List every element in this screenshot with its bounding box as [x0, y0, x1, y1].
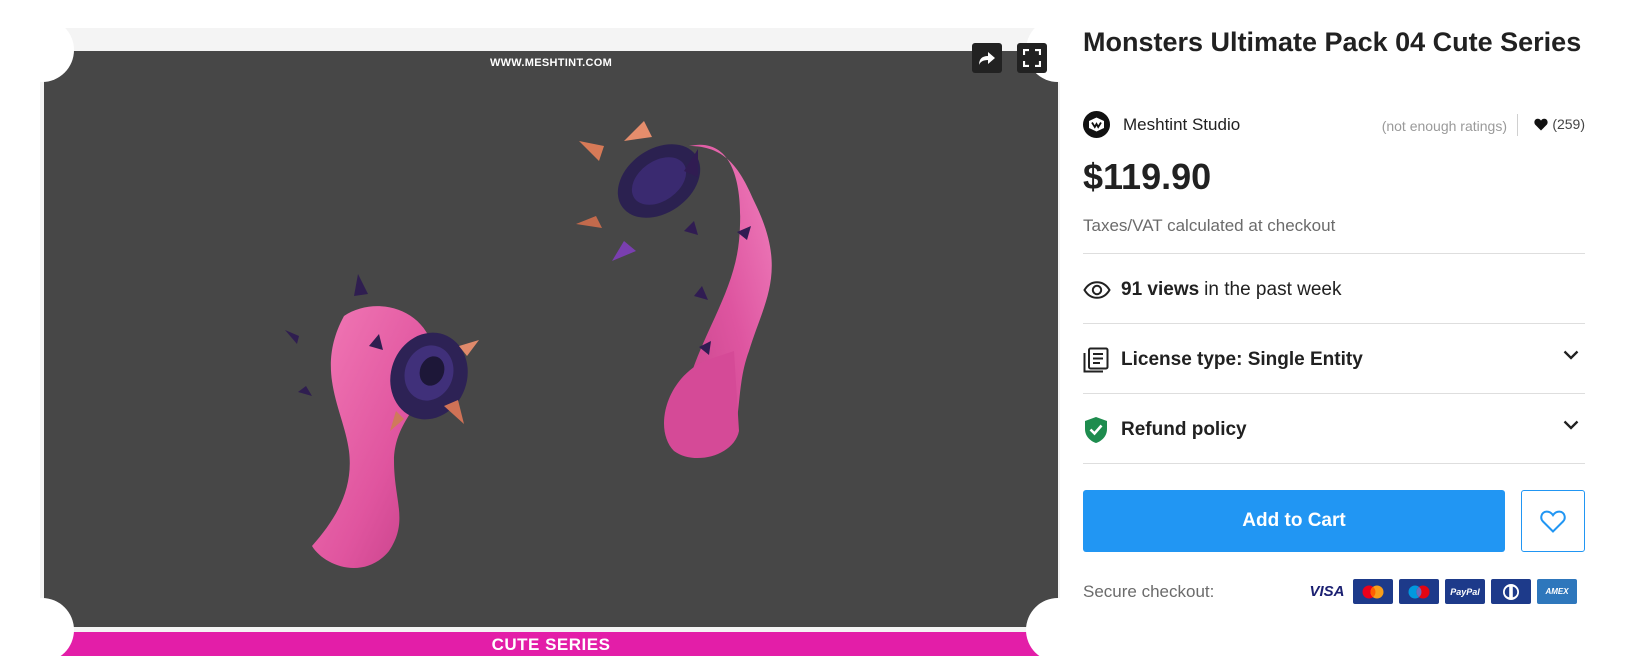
share-button[interactable]	[972, 43, 1002, 73]
tax-note: Taxes/VAT calculated at checkout	[1083, 216, 1336, 235]
publisher-logo-icon[interactable]	[1083, 111, 1110, 138]
watermark-text: WWW.MESHTINT.COM	[489, 57, 613, 69]
favorites-count: (259)	[1534, 116, 1585, 132]
chevron-down-icon	[1563, 350, 1579, 360]
paypal-icon: PayPal	[1445, 579, 1485, 604]
divider	[1517, 114, 1518, 136]
corner-decor-tl	[10, 18, 74, 82]
refund-policy-label: Refund policy	[1121, 419, 1247, 440]
divider	[1083, 323, 1585, 324]
add-to-cart-button[interactable]: Add to Cart	[1083, 490, 1505, 552]
visa-card-text: VISA	[1309, 583, 1345, 600]
corner-decor-bl	[10, 598, 74, 656]
divider	[1083, 393, 1585, 394]
favorites-count-text: (259)	[1552, 116, 1585, 132]
diners-club-icon	[1491, 579, 1531, 604]
cute-series-banner: CUTE SERIES	[44, 632, 1058, 656]
license-type-label: License type: Single Entity	[1121, 349, 1363, 370]
fullscreen-icon	[1023, 49, 1041, 67]
license-icon	[1083, 347, 1109, 373]
refund-policy-accordion[interactable]: Refund policy	[1083, 410, 1585, 450]
secure-checkout-label: Secure checkout:	[1083, 582, 1215, 601]
product-price: $119.90	[1083, 156, 1212, 197]
amex-text: AMEX	[1545, 587, 1569, 596]
paypal-text: PayPal	[1450, 586, 1480, 597]
wishlist-heart-icon	[1540, 510, 1566, 533]
divider	[1083, 463, 1585, 464]
share-icon	[979, 52, 995, 65]
amex-icon: AMEX	[1537, 579, 1577, 604]
fullscreen-button[interactable]	[1017, 43, 1047, 73]
chevron-down-icon	[1563, 420, 1579, 430]
mastercard-icon	[1353, 579, 1393, 604]
product-title: Monsters Ultimate Pack 04 Cute Series	[1083, 27, 1582, 57]
wishlist-button[interactable]	[1521, 490, 1585, 552]
views-count: 91 views	[1121, 279, 1200, 300]
publisher-name-link[interactable]: Meshtint Studio	[1123, 115, 1240, 135]
heart-icon	[1534, 118, 1548, 130]
views-suffix: in the past week	[1204, 279, 1342, 300]
tentacle-render	[285, 121, 772, 568]
seller-row: Meshtint Studio (not enough ratings) (25…	[1083, 110, 1585, 138]
maestro-icon	[1399, 579, 1439, 604]
shield-check-icon	[1085, 417, 1107, 443]
product-image[interactable]: WWW.MESHTINT.COM	[44, 51, 1058, 627]
license-type-accordion[interactable]: License type: Single Entity	[1083, 340, 1585, 380]
visa-card-icon: VISA	[1307, 579, 1347, 604]
views-row: 91 views in the past week	[1083, 275, 1341, 305]
ratings-text[interactable]: (not enough ratings)	[1382, 118, 1507, 134]
eye-icon	[1083, 281, 1111, 299]
corner-decor-br	[1026, 598, 1090, 656]
divider	[1083, 253, 1585, 254]
